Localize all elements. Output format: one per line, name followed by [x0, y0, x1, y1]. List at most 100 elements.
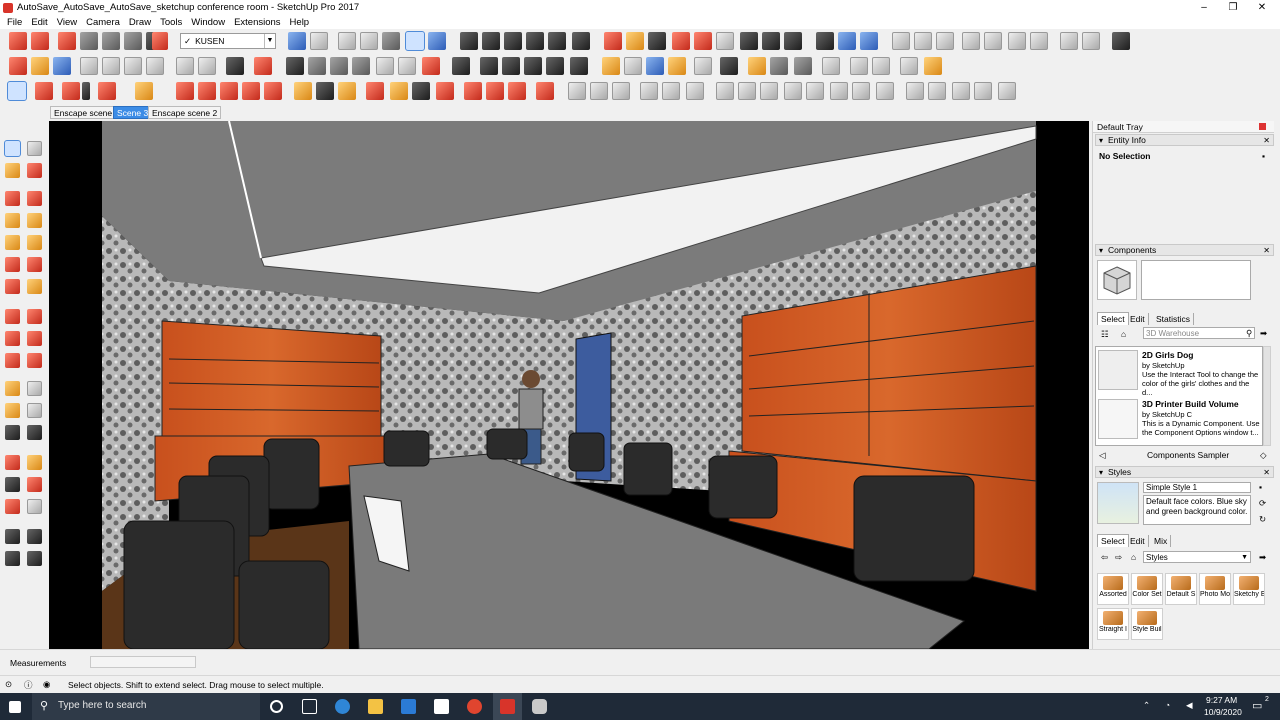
menu-extensions[interactable]: Extensions [230, 17, 285, 28]
clock-date[interactable]: 10/9/2020 [1204, 707, 1242, 717]
eraser-icon[interactable] [27, 163, 42, 178]
frame-buffer-icon[interactable] [422, 57, 440, 75]
add-detail-icon[interactable] [1030, 32, 1048, 50]
line-tool-icon[interactable] [62, 82, 80, 100]
rotate-icon[interactable] [5, 331, 20, 346]
measurements-input[interactable] [90, 656, 196, 668]
offset-icon[interactable] [27, 353, 42, 368]
store-icon[interactable] [401, 699, 416, 714]
layout-icon[interactable] [914, 32, 932, 50]
axes-icon[interactable] [5, 425, 20, 440]
component-thumb-girls-dog[interactable] [1098, 350, 1138, 390]
rotate-tool-icon[interactable] [242, 82, 260, 100]
style-wire-icon[interactable] [612, 82, 630, 100]
back-edges-icon[interactable] [102, 32, 120, 50]
layer-dropdown[interactable]: ✓ KUSEN ▼ [180, 33, 276, 49]
menu-view[interactable]: View [53, 17, 82, 28]
style-folder-color-set[interactable]: Color Set [1131, 573, 1163, 605]
new-file-icon[interactable] [9, 57, 27, 75]
enscape-feedback-icon[interactable] [900, 57, 918, 75]
door-icon[interactable] [482, 32, 500, 50]
close-icon[interactable]: ✕ [1263, 467, 1270, 478]
grid-sphere-icon[interactable] [852, 82, 870, 100]
walk-icon[interactable] [784, 32, 802, 50]
tape-measure-icon[interactable] [294, 82, 312, 100]
look-around-icon[interactable] [762, 32, 780, 50]
pan-tool-icon[interactable] [390, 82, 408, 100]
zoom-extents-tool-icon[interactable] [436, 82, 454, 100]
styles-tab-mix[interactable]: Mix [1151, 535, 1172, 547]
paste-icon[interactable] [124, 57, 142, 75]
component-2-icon[interactable] [502, 57, 520, 75]
zoom-extents-icon[interactable] [694, 32, 712, 50]
two-point-arc-icon[interactable] [27, 257, 42, 272]
move-tool-icon[interactable] [220, 82, 238, 100]
menu-tools[interactable]: Tools [156, 17, 187, 28]
details-arrow-icon[interactable]: ➡ [1260, 328, 1267, 339]
line-chevron-icon[interactable] [82, 82, 90, 100]
forward-arrow-icon[interactable]: ⇨ [1115, 552, 1122, 563]
windows-start-icon[interactable] [9, 701, 21, 713]
face-style-icon[interactable] [784, 82, 802, 100]
style-folder-photo[interactable]: Photo Mo [1199, 573, 1231, 605]
pie-icon[interactable] [27, 279, 42, 294]
solid-inspector-icon[interactable] [536, 82, 554, 100]
clock-time[interactable]: 9:27 AM [1206, 695, 1237, 705]
create-style-icon[interactable]: ▪ [1259, 482, 1262, 492]
solid-subtract-icon[interactable] [486, 82, 504, 100]
component-description-box[interactable] [1141, 260, 1251, 300]
sphere-icon[interactable] [830, 82, 848, 100]
camera-view-icon[interactable] [452, 57, 470, 75]
sandbox-icon[interactable] [936, 32, 954, 50]
mail-icon[interactable] [434, 699, 449, 714]
polygon-icon[interactable] [27, 235, 42, 250]
solid-union-icon[interactable] [464, 82, 482, 100]
garage-icon[interactable] [572, 32, 590, 50]
fog-icon[interactable] [738, 82, 756, 100]
paint-bucket-icon[interactable] [338, 82, 356, 100]
edge-style-icon[interactable] [760, 82, 778, 100]
save-icon[interactable] [53, 57, 71, 75]
components-tab-edit[interactable]: Edit [1127, 313, 1149, 325]
walk-left-icon[interactable] [5, 551, 20, 566]
back-arrow-icon[interactable]: ◁ [1099, 450, 1106, 461]
component-search-input[interactable]: 3D Warehouse [1143, 327, 1255, 339]
sandbox-scratch-icon[interactable] [928, 82, 946, 100]
arc-tool-icon[interactable] [98, 82, 116, 100]
push-pull-tool-icon[interactable] [27, 309, 42, 324]
position-camera-left-icon[interactable] [5, 529, 20, 544]
smoove-icon[interactable] [962, 32, 980, 50]
style-description[interactable]: Default face colors. Blue sky and green … [1143, 495, 1251, 525]
section-plane-icon[interactable] [816, 32, 834, 50]
shadow-icon[interactable] [716, 82, 734, 100]
style-folder-default[interactable]: Default S [1165, 573, 1197, 605]
cortana-icon[interactable] [270, 700, 283, 713]
style-textured-icon[interactable] [686, 82, 704, 100]
zoom-window-icon[interactable] [672, 32, 690, 50]
stamp-icon[interactable] [984, 32, 1002, 50]
paint-icon[interactable] [5, 163, 20, 178]
cut-icon[interactable] [80, 57, 98, 75]
style-shaded-icon[interactable] [662, 82, 680, 100]
components-tab-select[interactable]: Select [1097, 312, 1129, 325]
display-section-icon[interactable] [838, 32, 856, 50]
erase-icon[interactable] [146, 57, 164, 75]
rectangle-icon[interactable] [5, 213, 20, 228]
task-view-icon[interactable] [302, 699, 317, 714]
component-3-icon[interactable] [524, 57, 542, 75]
notification-icon[interactable]: ▭ [1252, 699, 1262, 712]
styles-tab-select[interactable]: Select [1097, 534, 1129, 547]
component-icon[interactable] [460, 32, 478, 50]
component-name[interactable]: 3D Printer Build Volume [1142, 399, 1239, 409]
component-name[interactable]: 2D Girls Dog [1142, 350, 1193, 360]
styles-header[interactable]: Styles ✕ [1095, 466, 1274, 478]
move-icon[interactable] [5, 309, 20, 324]
geo-location-icon[interactable] [1112, 32, 1130, 50]
minimize-button[interactable]: – [1188, 0, 1220, 15]
enscape-taskbar-icon[interactable] [532, 699, 547, 714]
left-view-icon[interactable] [405, 31, 425, 51]
render-settings-icon[interactable] [308, 57, 326, 75]
enscape-screenshot-icon[interactable] [694, 57, 712, 75]
pan-left-icon[interactable] [27, 455, 42, 470]
enscape-settings-icon[interactable] [720, 57, 738, 75]
